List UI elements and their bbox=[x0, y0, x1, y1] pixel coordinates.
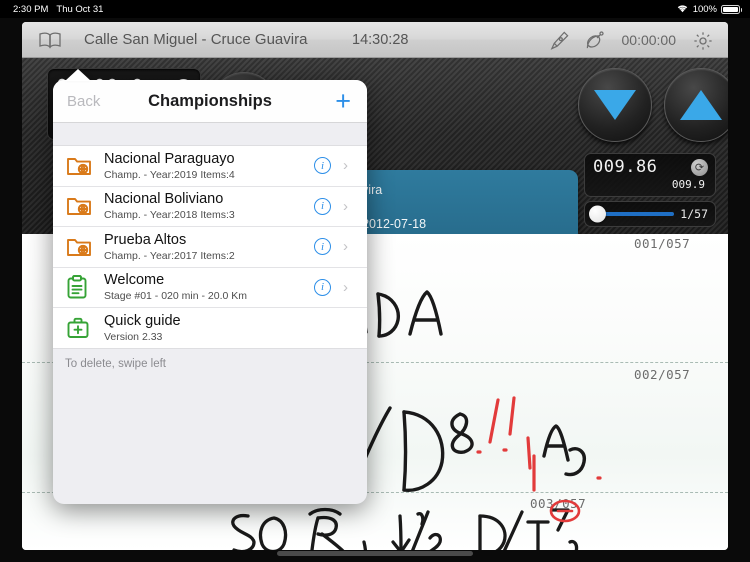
distance-main-value: 009.86 bbox=[593, 157, 707, 177]
list-item-subtitle: Champ. - Year:2019 Items:4 bbox=[104, 169, 314, 182]
app-window: Calle San Miguel - Cruce Guavira 14:30:2… bbox=[22, 22, 728, 550]
chevron-right-icon: › bbox=[343, 238, 353, 255]
pen-nib-icon[interactable] bbox=[549, 30, 570, 56]
distance-display: 009.86 ⟳ 009.9 bbox=[584, 153, 716, 197]
toolbar-clock: 14:30:28 bbox=[352, 32, 408, 48]
popover-arrow bbox=[65, 69, 91, 81]
page-title: Calle San Miguel - Cruce Guavira bbox=[84, 31, 307, 48]
info-button[interactable]: i bbox=[314, 157, 331, 174]
app-toolbar: Calle San Miguel - Cruce Guavira 14:30:2… bbox=[22, 22, 728, 58]
list-item-title: Nacional Boliviano bbox=[104, 191, 223, 207]
chevron-right-icon: › bbox=[343, 157, 353, 174]
slider-position-label: 1/57 bbox=[680, 207, 708, 221]
battery-percent: 100% bbox=[693, 4, 717, 15]
status-time: 2:30 PM bbox=[13, 4, 48, 15]
popover-spacer bbox=[53, 123, 367, 145]
next-split-button[interactable] bbox=[664, 68, 728, 142]
list-item-title: Quick guide bbox=[104, 313, 181, 329]
list-item-subtitle: Champ. - Year:2017 Items:2 bbox=[104, 250, 314, 263]
back-button[interactable]: Back bbox=[67, 93, 100, 110]
chevron-right-icon: › bbox=[343, 279, 353, 296]
list-item[interactable]: Quick guide Version 2.33 bbox=[53, 308, 367, 349]
list-item[interactable]: Nacional Paraguayo Champ. - Year:2019 It… bbox=[53, 146, 367, 187]
list-item[interactable]: Prueba Altos Champ. - Year:2017 Items:2 … bbox=[53, 227, 367, 268]
list-item-subtitle: Stage #01 - 020 min - 20.0 Km bbox=[104, 290, 314, 303]
folder-globe-icon bbox=[66, 236, 104, 258]
list-item-title: Welcome bbox=[104, 272, 164, 288]
gear-icon[interactable] bbox=[692, 30, 714, 57]
list-item[interactable]: Welcome Stage #01 - 020 min - 20.0 Km i … bbox=[53, 268, 367, 309]
page-label: 001/057 bbox=[634, 236, 690, 251]
split-slider[interactable]: 1/57 bbox=[584, 201, 716, 227]
refresh-icon[interactable]: ⟳ bbox=[691, 159, 708, 176]
prev-split-button[interactable] bbox=[578, 68, 652, 142]
popover-title: Championships bbox=[148, 92, 272, 111]
triangle-up-icon bbox=[680, 90, 722, 120]
distance-sub-value: 009.9 bbox=[593, 178, 707, 191]
info-button[interactable]: i bbox=[314, 238, 331, 255]
list-item-subtitle: Version 2.33 bbox=[104, 331, 343, 344]
championships-popover: Back Championships + bbox=[53, 80, 367, 504]
home-indicator[interactable] bbox=[277, 551, 473, 556]
chevron-right-icon: › bbox=[343, 198, 353, 215]
list-item-title: Prueba Altos bbox=[104, 232, 186, 248]
list-item[interactable]: Nacional Boliviano Champ. - Year:2018 It… bbox=[53, 187, 367, 228]
status-date: Thu Oct 31 bbox=[56, 4, 103, 15]
satellite-dish-icon[interactable] bbox=[584, 30, 606, 56]
add-championship-button[interactable]: + bbox=[335, 88, 351, 115]
popover-footer-hint: To delete, swipe left bbox=[53, 349, 367, 370]
device-screen: 2:30 PM Thu Oct 31 100% Calle San Miguel… bbox=[0, 0, 750, 562]
slider-track[interactable] bbox=[592, 212, 674, 216]
slider-knob[interactable] bbox=[589, 206, 606, 223]
page-label: 002/057 bbox=[634, 367, 690, 382]
wifi-icon bbox=[676, 3, 689, 16]
triangle-down-icon bbox=[594, 90, 636, 120]
handwriting-stroke bbox=[548, 498, 582, 524]
list-item-title: Nacional Paraguayo bbox=[104, 151, 235, 167]
folder-globe-icon bbox=[66, 155, 104, 177]
popover-header: Back Championships + bbox=[53, 80, 367, 123]
clipboard-icon bbox=[66, 275, 104, 299]
info-button[interactable]: i bbox=[314, 279, 331, 296]
championships-list: Nacional Paraguayo Champ. - Year:2019 It… bbox=[53, 145, 367, 349]
folder-globe-icon bbox=[66, 195, 104, 217]
list-item-subtitle: Champ. - Year:2018 Items:3 bbox=[104, 209, 314, 222]
book-icon[interactable] bbox=[38, 31, 62, 54]
gps-timer: 00:00:00 bbox=[622, 32, 677, 48]
handwriting-stroke bbox=[348, 394, 678, 504]
status-bar: 2:30 PM Thu Oct 31 100% bbox=[0, 0, 750, 18]
info-button[interactable]: i bbox=[314, 198, 331, 215]
first-aid-kit-icon bbox=[66, 317, 104, 339]
battery-icon bbox=[721, 5, 740, 14]
